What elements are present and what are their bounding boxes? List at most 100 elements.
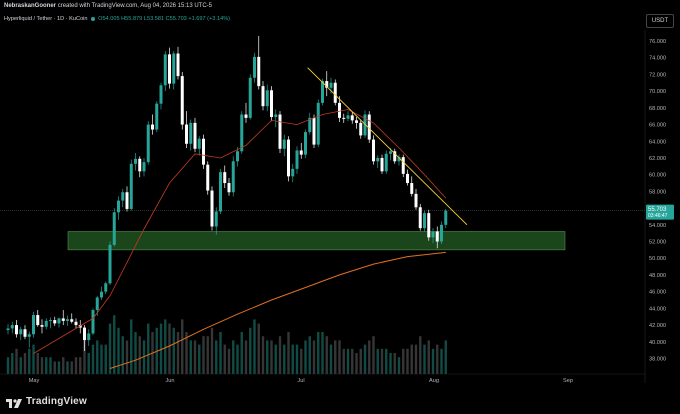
- volume-bar: [134, 332, 137, 374]
- volume-bar: [215, 340, 218, 374]
- volume-bar: [6, 357, 10, 374]
- volume-bar: [321, 332, 324, 374]
- candle-body: [342, 117, 346, 119]
- candle-body: [70, 319, 74, 322]
- y-tick-label: 54.000: [649, 223, 666, 229]
- candle-body: [206, 164, 210, 191]
- volume-bar: [181, 319, 184, 374]
- candle-body: [423, 213, 426, 229]
- candle-body: [159, 85, 163, 104]
- price-tag: 55.703 03:46:47: [646, 204, 674, 220]
- candle-body: [83, 327, 86, 341]
- candle: [287, 136, 290, 182]
- volume-bar: [19, 357, 22, 374]
- x-tick-label: Jun: [165, 378, 174, 384]
- candle-body: [19, 329, 23, 335]
- volume-bar: [304, 340, 307, 374]
- volume-bar: [193, 340, 197, 374]
- currency-button[interactable]: USDT: [646, 14, 674, 28]
- volume-bar: [15, 348, 18, 374]
- volume-bar: [232, 340, 235, 374]
- y-tick-label: 60.000: [649, 173, 666, 179]
- tradingview-logo[interactable]: TradingView: [6, 394, 87, 408]
- candle-body: [112, 212, 116, 245]
- candle: [231, 156, 235, 197]
- candle: [91, 308, 95, 336]
- candle-body: [414, 193, 418, 208]
- candle: [440, 221, 443, 245]
- symbol-legend[interactable]: Hyperliquid / Tether · 1D · KuCoin O54.0…: [4, 16, 230, 22]
- ohlc-low: L53.581: [143, 16, 165, 22]
- x-tick-label: Sep: [563, 378, 573, 384]
- volume-bar: [74, 357, 78, 374]
- volume-bar: [189, 340, 192, 374]
- ohlc-change: +1.697 (+3.14%): [188, 16, 231, 22]
- candle-body: [53, 320, 57, 324]
- candle-body: [10, 325, 14, 329]
- x-tick-label: May: [29, 378, 40, 384]
- volume-bar: [393, 353, 396, 374]
- candle-body: [346, 115, 350, 119]
- header-caption: created with TradingView.com, Aug 04, 20…: [57, 3, 213, 9]
- support-zone: [67, 231, 566, 251]
- volume-bar: [342, 348, 345, 374]
- candle-body: [125, 192, 129, 209]
- price-tag-countdown: 03:46:47: [648, 213, 668, 219]
- candle: [202, 134, 205, 169]
- volume-bar: [62, 357, 65, 374]
- candle-body: [278, 114, 282, 149]
- volume-bar: [108, 323, 112, 374]
- y-tick-label: 64.000: [649, 139, 666, 145]
- candle: [219, 168, 222, 214]
- volume-bar: [236, 344, 239, 374]
- candle: [304, 129, 307, 158]
- candle-body: [440, 224, 443, 242]
- y-tick-label: 62.000: [649, 156, 666, 162]
- candle-body: [117, 200, 120, 213]
- candle-body: [401, 157, 405, 174]
- volume-bar: [406, 348, 409, 374]
- y-tick-label: 44.000: [649, 306, 666, 312]
- candle-body: [197, 138, 201, 149]
- volume-bar: [210, 327, 214, 374]
- candle-body: [27, 334, 31, 337]
- price-chart[interactable]: 76.000 74.000 72.000 70.000 68.000 66.000 64.0…: [0, 0, 680, 414]
- volume-bar: [295, 344, 299, 374]
- candle-body: [223, 172, 227, 184]
- volume-bar: [274, 344, 277, 374]
- volume-bar: [389, 353, 392, 374]
- volume-bar: [53, 361, 56, 374]
- volume-bar: [359, 348, 362, 374]
- candle-body: [15, 325, 18, 335]
- candle-body: [265, 90, 269, 107]
- candle: [384, 150, 388, 174]
- ohlc-high: H55.879: [121, 16, 143, 22]
- volume-bar: [431, 348, 435, 374]
- candle-body: [57, 318, 61, 324]
- volume-bar: [198, 344, 201, 374]
- candle-body: [168, 54, 171, 84]
- candle: [146, 121, 150, 165]
- volume-bar: [334, 340, 337, 374]
- candle-body: [151, 124, 154, 130]
- volume-bar: [372, 336, 375, 374]
- volume-bar: [45, 357, 48, 374]
- volume-bar: [130, 319, 133, 374]
- volume-bar: [368, 340, 371, 374]
- candle-body: [372, 139, 375, 162]
- y-tick-label: 48.000: [649, 273, 666, 279]
- volume-bar: [346, 348, 350, 374]
- candle: [206, 161, 210, 195]
- candle: [270, 86, 273, 122]
- market-status-icon: [90, 16, 95, 21]
- volume-bar: [338, 340, 341, 374]
- author-name[interactable]: NebraskanGooner: [4, 3, 56, 9]
- candle-body: [270, 90, 273, 118]
- volume-bar: [100, 344, 103, 374]
- candle-body: [350, 115, 354, 121]
- volume-bar: [300, 348, 303, 374]
- volume-bar: [376, 348, 379, 374]
- y-tick-label: 74.000: [649, 56, 666, 62]
- candle-body: [444, 210, 448, 225]
- candle-body: [134, 158, 137, 164]
